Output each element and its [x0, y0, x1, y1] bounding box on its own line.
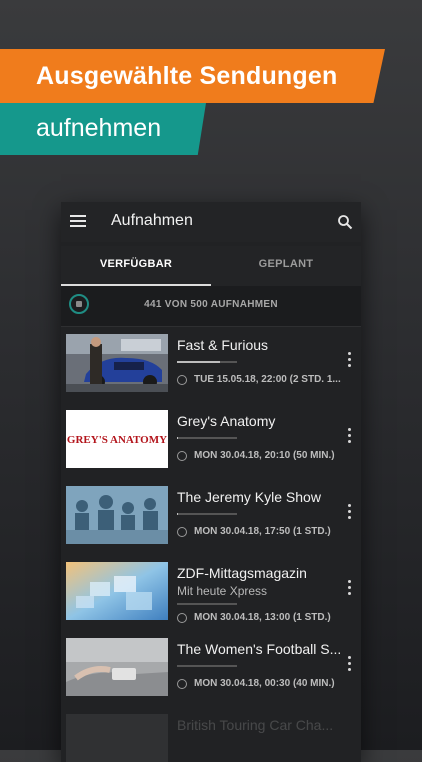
storage-text: 441 VON 500 AUFNAHMEN — [144, 299, 278, 310]
list-item[interactable]: Fast & Furious TUE 15.05.18, 22:00 (2 ST… — [61, 328, 361, 404]
greys-anatomy-logo: GREY'S ANATOMY — [67, 434, 167, 446]
promo-headline: Ausgewählte Sendungen — [0, 49, 385, 103]
more-options-icon[interactable] — [347, 656, 353, 674]
search-icon[interactable] — [337, 214, 353, 230]
hamburger-menu-icon[interactable] — [70, 215, 86, 227]
progress-bar — [177, 665, 237, 667]
more-options-icon[interactable] — [347, 428, 353, 446]
tab-available[interactable]: VERFÜGBAR — [61, 246, 211, 286]
recording-meta: MON 30.04.18, 13:00 (1 STD.) — [194, 612, 331, 623]
progress-bar — [177, 513, 237, 515]
thumbnail-image — [66, 334, 168, 392]
clock-icon — [177, 527, 187, 537]
list-item[interactable]: GREY'S ANATOMY Grey's Anatomy MON 30.04.… — [61, 404, 361, 480]
app-bar: Aufnahmen — [61, 202, 361, 242]
app-screen: Aufnahmen VERFÜGBAR GEPLANT 441 VON 500 … — [61, 202, 361, 762]
progress-bar — [177, 437, 237, 439]
storage-counter: 441 VON 500 AUFNAHMEN — [61, 286, 361, 327]
thumbnail-image — [66, 638, 168, 696]
more-options-icon[interactable] — [347, 504, 353, 522]
thumbnail-image: GREY'S ANATOMY — [66, 410, 168, 468]
recording-meta: MON 30.04.18, 17:50 (1 STD.) — [194, 526, 331, 537]
clock-icon — [177, 451, 187, 461]
list-item[interactable]: The Jeremy Kyle Show MON 30.04.18, 17:50… — [61, 480, 361, 556]
recording-title: The Jeremy Kyle Show — [177, 489, 321, 505]
tab-scheduled[interactable]: GEPLANT — [211, 246, 361, 286]
recording-title: Fast & Furious — [177, 337, 269, 353]
recording-title: ZDF-Mittagsmagazin — [177, 565, 307, 581]
clock-icon — [177, 679, 187, 689]
thumbnail-image — [66, 714, 168, 762]
recording-title: British Touring Car Cha... — [177, 717, 334, 733]
page-title: Aufnahmen — [111, 212, 193, 229]
recording-meta: TUE 15.05.18, 22:00 (2 STD. 1... — [194, 374, 341, 385]
more-options-icon[interactable] — [347, 352, 353, 370]
tab-bar: VERFÜGBAR GEPLANT — [61, 246, 361, 286]
list-item[interactable]: The Women's Football S... MON 30.04.18, … — [61, 632, 361, 708]
promo-subline: aufnehmen — [0, 103, 206, 155]
thumbnail-image — [66, 562, 168, 620]
clock-icon — [177, 375, 187, 385]
list-item[interactable]: ZDF-Mittagsmagazin Mit heute Xpress MON … — [61, 556, 361, 632]
thumbnail-image — [66, 486, 168, 544]
recordings-list: Fast & Furious TUE 15.05.18, 22:00 (2 ST… — [61, 328, 361, 762]
recording-meta: MON 30.04.18, 00:30 (40 MIN.) — [194, 678, 335, 689]
list-item[interactable]: British Touring Car Cha... — [61, 708, 361, 762]
recording-subtitle: Mit heute Xpress — [177, 584, 268, 598]
progress-bar — [177, 361, 237, 363]
more-options-icon[interactable] — [347, 580, 353, 598]
recording-title: The Women's Football S... — [177, 641, 342, 657]
progress-bar — [177, 603, 237, 605]
recording-title: Grey's Anatomy — [177, 413, 276, 429]
clock-icon — [177, 613, 187, 623]
recording-meta: MON 30.04.18, 20:10 (50 MIN.) — [194, 450, 335, 461]
